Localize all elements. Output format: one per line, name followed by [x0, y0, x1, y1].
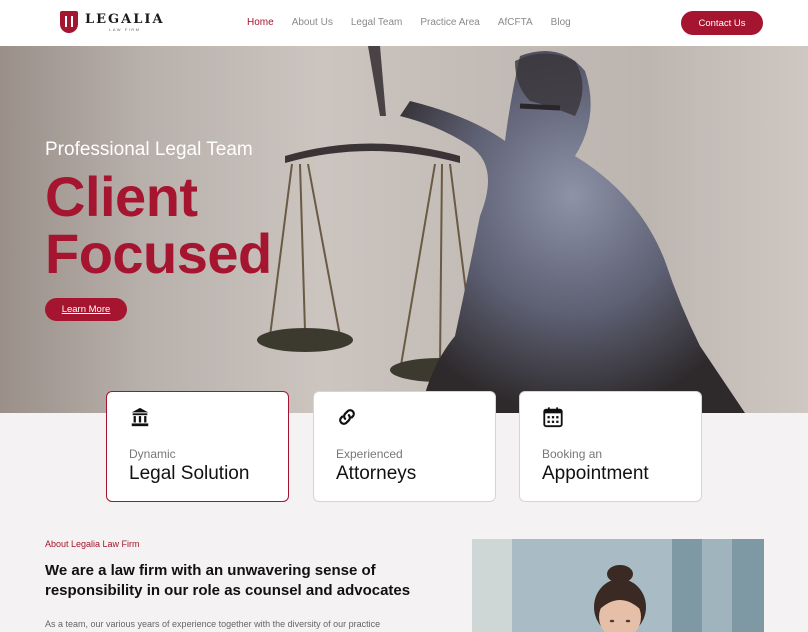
nav-home[interactable]: Home [247, 17, 274, 28]
feature-heading: Appointment [542, 463, 649, 484]
feature-heading: Legal Solution [129, 463, 250, 484]
learn-more-button[interactable]: Learn More [45, 298, 127, 321]
portrait-image [472, 539, 764, 632]
site-header: LEGALIA LAW FIRM Home About Us Legal Tea… [0, 0, 808, 46]
feature-kicker: Booking an [542, 447, 603, 461]
bank-icon [131, 407, 149, 427]
feature-card-legal-solution[interactable]: Dynamic Legal Solution [106, 391, 289, 502]
nav-about-us[interactable]: About Us [292, 17, 333, 28]
feature-heading: Attorneys [336, 463, 417, 484]
about-body: As a team, our various years of experien… [45, 619, 381, 629]
hero-title: Client Focused [45, 168, 272, 282]
hero-subtitle: Professional Legal Team [45, 139, 253, 160]
calendar-icon [543, 407, 563, 428]
brand-tagline: LAW FIRM [109, 26, 141, 32]
hero-section: Professional Legal Team Client Focused L… [0, 46, 808, 413]
feature-card-appointment[interactable]: Booking an Appointment [519, 391, 702, 502]
contact-us-button[interactable]: Contact Us [681, 11, 763, 35]
feature-kicker: Experienced [336, 447, 403, 461]
hero-title-line2: Focused [45, 222, 272, 285]
logo-shield-icon [60, 11, 78, 33]
main-nav: Home About Us Legal Team Practice Area A… [247, 17, 589, 28]
feature-kicker: Dynamic [129, 447, 176, 461]
brand-logo[interactable]: LEGALIA LAW FIRM [60, 11, 165, 33]
nav-practice-area[interactable]: Practice Area [420, 17, 479, 28]
feature-card-attorneys[interactable]: Experienced Attorneys [313, 391, 496, 502]
link-icon [339, 409, 355, 425]
about-title: We are a law firm with an unwavering sen… [45, 562, 411, 599]
nav-legal-team[interactable]: Legal Team [351, 17, 403, 28]
brand-name: LEGALIA [85, 11, 165, 27]
nav-afcfta[interactable]: AfCFTA [498, 17, 533, 28]
about-team-photo [472, 539, 764, 632]
hero-title-line1: Client [45, 165, 198, 228]
nav-blog[interactable]: Blog [551, 17, 571, 28]
about-label: About Legalia Law Firm [45, 539, 140, 549]
